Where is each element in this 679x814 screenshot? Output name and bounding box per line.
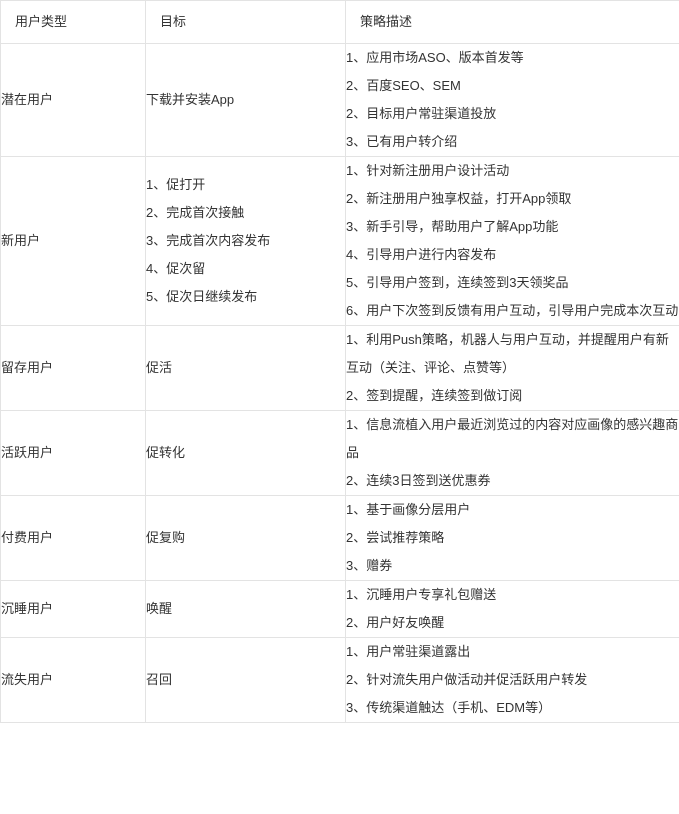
cell-user-type: 潜在用户	[0, 43, 146, 157]
table-row: 潜在用户 下载并安装App 1、应用市场ASO、版本首发等 2、百度SEO、SEM 2、…	[0, 43, 679, 157]
column-header-user-type: 用户类型	[0, 0, 146, 44]
strategy-list-item: 1、沉睡用户专享礼包赠送	[346, 587, 497, 602]
strategy-list-item: 6、用户下次签到反馈有用户互动，引导用户完成本次互动	[346, 303, 679, 318]
cell-strategy: 1、利用Push策略，机器人与用户互动，并提醒用户有新互动（关注、评论、点赞等）…	[345, 325, 679, 411]
strategy-list-item: 3、已有用户转介绍	[346, 134, 458, 149]
goal-list-item: 3、完成首次内容发布	[146, 233, 271, 248]
cell-strategy: 1、基于画像分层用户 2、尝试推荐策略 3、赠券	[345, 495, 679, 581]
strategy-list: 1、沉睡用户专享礼包赠送 2、用户好友唤醒	[346, 581, 679, 637]
strategy-list: 1、信息流植入用户最近浏览过的内容对应画像的感兴趣商品 2、连续3日签到送优惠券	[346, 411, 679, 495]
strategy-list-item: 2、新注册用户独享权益，打开App领取	[346, 191, 572, 206]
cell-user-type: 流失用户	[0, 637, 146, 723]
goal-label: 唤醒	[146, 601, 173, 616]
table-row: 付费用户 促复购 1、基于画像分层用户 2、尝试推荐策略 3、赠券	[0, 495, 679, 581]
table-row: 留存用户 促活 1、利用Push策略，机器人与用户互动，并提醒用户有新互动（关注、评…	[0, 325, 679, 411]
strategy-list-item: 2、尝试推荐策略	[346, 530, 445, 545]
cell-goal: 下载并安装App	[145, 43, 346, 157]
column-header-goal: 目标	[145, 0, 346, 44]
cell-goal: 促转化	[145, 410, 346, 496]
strategy-list-item: 2、用户好友唤醒	[346, 615, 445, 630]
strategy-list-item: 1、针对新注册用户设计活动	[346, 163, 510, 178]
cell-strategy: 1、针对新注册用户设计活动 2、新注册用户独享权益，打开App领取 3、新手引导，帮…	[345, 156, 679, 326]
cell-goal: 召回	[145, 637, 346, 723]
strategy-list: 1、用户常驻渠道露出 2、针对流失用户做活动并促活跃用户转发 3、传统渠道触达（手机…	[346, 638, 679, 722]
strategy-list-item: 1、基于画像分层用户	[346, 502, 471, 517]
column-header-strategy: 策略描述	[345, 0, 679, 44]
strategy-list-item: 2、针对流失用户做活动并促活跃用户转发	[346, 672, 588, 687]
cell-user-type: 新用户	[0, 156, 146, 326]
user-type-label: 新用户	[1, 233, 41, 248]
strategy-list-item: 1、用户常驻渠道露出	[346, 644, 471, 659]
cell-strategy: 1、用户常驻渠道露出 2、针对流失用户做活动并促活跃用户转发 3、传统渠道触达（手机…	[345, 637, 679, 723]
cell-goal: 唤醒	[145, 580, 346, 638]
table-body: 潜在用户 下载并安装App 1、应用市场ASO、版本首发等 2、百度SEO、SEM 2、…	[0, 43, 679, 723]
strategy-list-item: 2、签到提醒，连续签到做订阅	[346, 388, 523, 403]
goal-label: 召回	[146, 672, 173, 687]
goal-label: 促活	[146, 360, 173, 375]
strategy-list-item: 1、利用Push策略，机器人与用户互动，并提醒用户有新互动（关注、评论、点赞等）	[346, 332, 669, 375]
goal-list-item: 1、促打开	[146, 177, 206, 192]
strategy-list-item: 3、赠券	[346, 558, 393, 573]
strategy-list-item: 2、目标用户常驻渠道投放	[346, 106, 497, 121]
cell-goal: 促复购	[145, 495, 346, 581]
table-header: 用户类型 目标 策略描述	[0, 0, 679, 44]
strategy-list-item: 5、引导用户签到，连续签到3天领奖品	[346, 275, 569, 290]
goal-label: 促转化	[146, 445, 186, 460]
goal-list-item: 5、促次日继续发布	[146, 289, 258, 304]
table-header-row: 用户类型 目标 策略描述	[0, 0, 679, 44]
cell-strategy: 1、沉睡用户专享礼包赠送 2、用户好友唤醒	[345, 580, 679, 638]
strategy-list-item: 1、信息流植入用户最近浏览过的内容对应画像的感兴趣商品	[346, 417, 679, 460]
cell-goal: 促活	[145, 325, 346, 411]
goal-list-item: 4、促次留	[146, 261, 206, 276]
table-row: 活跃用户 促转化 1、信息流植入用户最近浏览过的内容对应画像的感兴趣商品 2、连续3日…	[0, 410, 679, 496]
strategy-list: 1、基于画像分层用户 2、尝试推荐策略 3、赠券	[346, 496, 679, 580]
user-type-label: 活跃用户	[1, 445, 54, 460]
user-type-label: 潜在用户	[1, 92, 54, 107]
user-type-label: 流失用户	[1, 672, 54, 687]
goal-label: 下载并安装App	[146, 92, 235, 107]
cell-goal: 1、促打开 2、完成首次接触 3、完成首次内容发布 4、促次留 5、促次日继续发布	[145, 156, 346, 326]
table-row: 新用户 1、促打开 2、完成首次接触 3、完成首次内容发布 4、促次留 5、促次日继续发布…	[0, 156, 679, 326]
table-row: 流失用户 召回 1、用户常驻渠道露出 2、针对流失用户做活动并促活跃用户转发 3、传统渠…	[0, 637, 679, 723]
strategy-list-item: 3、新手引导，帮助用户了解App功能	[346, 219, 559, 234]
user-type-label: 付费用户	[1, 530, 54, 545]
user-type-label: 沉睡用户	[1, 601, 54, 616]
strategy-list-item: 4、引导用户进行内容发布	[346, 247, 497, 262]
cell-user-type: 沉睡用户	[0, 580, 146, 638]
strategy-list-item: 2、百度SEO、SEM	[346, 78, 461, 93]
strategy-list: 1、利用Push策略，机器人与用户互动，并提醒用户有新互动（关注、评论、点赞等）…	[346, 326, 679, 410]
strategy-list-item: 2、连续3日签到送优惠券	[346, 473, 491, 488]
goal-list: 1、促打开 2、完成首次接触 3、完成首次内容发布 4、促次留 5、促次日继续发布	[146, 171, 345, 311]
strategy-list-item: 1、应用市场ASO、版本首发等	[346, 50, 524, 65]
goal-label: 促复购	[146, 530, 186, 545]
cell-strategy: 1、信息流植入用户最近浏览过的内容对应画像的感兴趣商品 2、连续3日签到送优惠券	[345, 410, 679, 496]
strategy-list: 1、针对新注册用户设计活动 2、新注册用户独享权益，打开App领取 3、新手引导，帮…	[346, 157, 679, 325]
cell-user-type: 活跃用户	[0, 410, 146, 496]
strategy-list-item: 3、传统渠道触达（手机、EDM等）	[346, 700, 552, 715]
user-type-label: 留存用户	[1, 360, 54, 375]
table-row: 沉睡用户 唤醒 1、沉睡用户专享礼包赠送 2、用户好友唤醒	[0, 580, 679, 638]
cell-strategy: 1、应用市场ASO、版本首发等 2、百度SEO、SEM 2、目标用户常驻渠道投放 3、…	[345, 43, 679, 157]
cell-user-type: 付费用户	[0, 495, 146, 581]
user-lifecycle-strategy-table: 用户类型 目标 策略描述 潜在用户 下载并安装App 1、应用市场ASO、版本首发等…	[0, 0, 679, 723]
strategy-list: 1、应用市场ASO、版本首发等 2、百度SEO、SEM 2、目标用户常驻渠道投放 3、…	[346, 44, 679, 156]
goal-list-item: 2、完成首次接触	[146, 205, 245, 220]
cell-user-type: 留存用户	[0, 325, 146, 411]
